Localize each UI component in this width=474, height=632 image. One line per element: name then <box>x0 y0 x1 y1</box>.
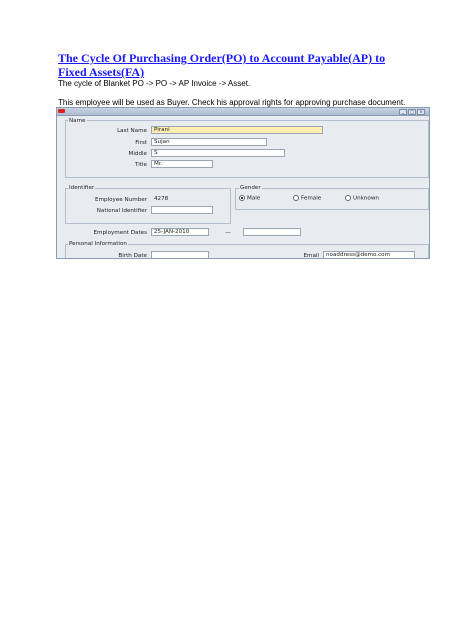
window-titlebar: _ □ × <box>57 108 429 116</box>
gender-group <box>235 188 429 210</box>
last-name-label: Last Name <box>117 128 147 134</box>
employee-number-field[interactable]: 4278 <box>151 195 213 203</box>
minimize-icon[interactable]: _ <box>399 109 407 115</box>
gender-group-label: Gender <box>239 185 262 191</box>
national-id-field[interactable] <box>151 206 213 214</box>
gender-unknown-radio[interactable]: Unknown <box>345 195 379 202</box>
first-name-label: First <box>135 140 147 146</box>
national-id-label: National Identifier <box>96 208 147 214</box>
close-icon[interactable]: × <box>417 109 425 115</box>
buyer-note: This employee will be used as Buyer. Che… <box>58 98 406 107</box>
middle-name-field[interactable]: S <box>151 149 285 157</box>
gender-male-radio[interactable]: Male <box>239 195 260 202</box>
birth-date-field[interactable] <box>151 251 209 258</box>
title-label: Title <box>135 162 147 168</box>
email-label: Email <box>303 253 319 259</box>
employment-end-field[interactable] <box>243 228 301 236</box>
maximize-icon[interactable]: □ <box>408 109 416 115</box>
oracle-logo-icon <box>58 109 65 113</box>
birth-date-label: Birth Date <box>118 253 147 259</box>
cycle-description: The cycle of Blanket PO -> PO -> AP Invo… <box>58 79 251 88</box>
name-group-label: Name <box>68 118 87 124</box>
title-field[interactable]: Mr. <box>151 160 213 168</box>
first-name-field[interactable]: Sujan <box>151 138 267 146</box>
employment-start-field[interactable]: 25-JAN-2010 <box>151 228 209 236</box>
personal-info-group-label: Personal Information <box>68 241 128 247</box>
employee-form-screenshot: _ □ × Name Last Name Pirani First Sujan … <box>56 107 430 259</box>
employment-dates-label: Employment Dates <box>93 230 147 236</box>
employee-number-label: Employee Number <box>95 197 147 203</box>
last-name-field[interactable]: Pirani <box>151 126 323 134</box>
gender-female-radio[interactable]: Female <box>293 195 321 202</box>
employment-dates-separator: — <box>225 230 231 236</box>
identifier-group-label: Identifier <box>68 185 96 191</box>
email-field[interactable]: noaddress@demo.com <box>323 251 415 258</box>
document-title[interactable]: The Cycle Of Purchasing Order(PO) to Acc… <box>58 51 398 79</box>
middle-name-label: Middle <box>128 151 147 157</box>
